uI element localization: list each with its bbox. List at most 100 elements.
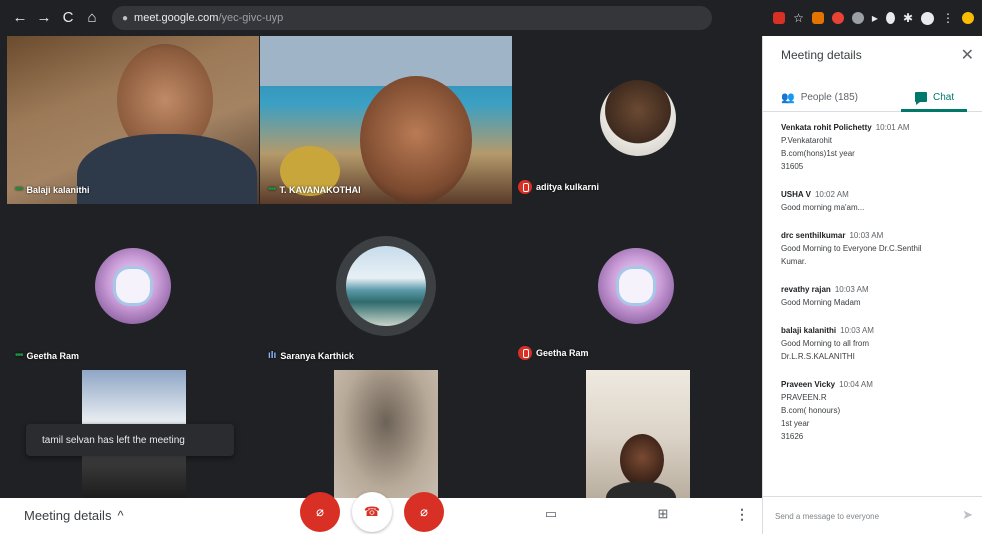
participant-name: aditya kulkarni (518, 180, 599, 194)
participant-tile[interactable]: ••• Geetha Ram (7, 204, 259, 372)
message-text: B.com(hons)1st year (781, 149, 855, 158)
notification-toast: tamil selvan has left the meeting (26, 424, 234, 456)
sender-name: USHA V (781, 190, 811, 199)
message-time: 10:04 AM (839, 380, 873, 389)
mic-off-icon (518, 346, 532, 360)
participant-name: ıIı Saranya Karthick (268, 350, 354, 361)
camera-off-icon: ⌀ (420, 504, 428, 519)
chat-message: Venkata rohit Polichetty 10:01 AM P.Venka… (781, 122, 982, 173)
message-time: 10:03 AM (849, 231, 884, 240)
extension-icon[interactable] (885, 12, 895, 24)
message-time: 10:03 AM (840, 326, 874, 335)
captions-icon[interactable]: ▭ (540, 506, 562, 522)
chat-message: drc senthilkumar 10:03 AM Good Morning to… (781, 230, 982, 268)
meeting-details-button[interactable]: Meeting details ^ (24, 508, 124, 523)
message-time: 10:02 AM (814, 190, 849, 199)
forward-icon[interactable]: → (32, 0, 56, 36)
menu-icon[interactable]: ⋮ (942, 12, 954, 24)
present-icon[interactable]: ⊞ (652, 506, 674, 522)
participant-tile[interactable]: ••• T. KAVANAKOTHAI (260, 36, 512, 204)
participant-name: ••• T. KAVANAKOTHAI (268, 184, 361, 195)
message-text: 31605 (781, 162, 804, 171)
meeting-details-label: Meeting details (24, 508, 112, 523)
message-text: Good morning ma'am... (781, 203, 865, 212)
participant-name-label: Saranya Karthick (280, 350, 354, 361)
chat-messages: Venkata rohit Polichetty 10:01 AM P.Venka… (763, 122, 982, 486)
participant-name-label: T. KAVANAKOTHAI (279, 184, 361, 195)
avatar (95, 248, 171, 324)
video-feed (260, 36, 512, 86)
chat-composer: ➤ (763, 496, 982, 534)
audio-dots-icon: ••• (15, 350, 23, 361)
message-text: 31626 (781, 432, 804, 441)
tab-people[interactable]: 👥 People (185) (781, 82, 858, 112)
browser-toolbar: ← → C ⌂ ● meet.google.com/yec-givc-uyp ☆… (0, 0, 982, 36)
tab-people-label: People (185) (800, 91, 858, 103)
message-text: PRAVEEN.R (781, 393, 827, 402)
update-icon[interactable] (962, 12, 974, 24)
reload-icon[interactable]: C (56, 0, 80, 36)
meet-window: ← → C ⌂ ● meet.google.com/yec-givc-uyp ☆… (0, 0, 982, 534)
url-path: /yec-givc-uyp (218, 12, 284, 24)
message-text: B.com( honours) (781, 406, 841, 415)
message-text: 1st year (781, 419, 810, 428)
participant-name-label: Geetha Ram (536, 348, 589, 358)
sender-name: Praveen Vicky (781, 380, 836, 389)
leave-call-button[interactable]: ☎ (352, 492, 392, 532)
participant-name: ••• Balaji kalanithi (15, 184, 90, 195)
star-icon[interactable]: ☆ (793, 12, 804, 24)
extension-icon[interactable] (831, 12, 844, 24)
more-options-icon[interactable]: ⋮ (735, 506, 749, 523)
close-icon[interactable]: ✕ (961, 45, 974, 65)
sender-name: balaji kalanithi (781, 326, 837, 335)
participant-name-label: Balaji kalanithi (26, 184, 90, 195)
message-time: 10:03 AM (834, 285, 869, 294)
avatar (600, 80, 676, 156)
hangup-icon: ☎ (363, 504, 381, 519)
video-feed (77, 134, 257, 204)
camera-toggle-button[interactable]: ⌀ (404, 492, 444, 532)
chat-icon (915, 92, 927, 105)
participant-name-label: Geetha Ram (26, 350, 80, 361)
message-text: Good Morning to all from (781, 339, 870, 348)
url-host: meet.google.com (134, 12, 219, 24)
people-icon: 👥 (781, 91, 795, 104)
address-bar[interactable]: ● meet.google.com/yec-givc-uyp (112, 6, 712, 30)
participant-tile[interactable]: Geetha Ram (512, 204, 762, 372)
mic-toggle-button[interactable]: ⌀ (300, 492, 340, 532)
message-text: Good Morning Madam (781, 298, 861, 307)
puzzle-icon[interactable]: ✱ (903, 12, 913, 24)
video-feed (620, 434, 664, 486)
panel-title: Meeting details (781, 48, 862, 62)
participant-tile[interactable] (334, 370, 438, 498)
sender-name: drc senthilkumar (781, 231, 846, 240)
mic-off-icon: ⌀ (316, 504, 324, 519)
active-tab-indicator (901, 109, 967, 112)
participant-tile[interactable]: ••• Balaji kalanithi (7, 36, 259, 204)
chat-message-input[interactable] (775, 507, 945, 525)
participant-name-label: aditya kulkarni (536, 182, 600, 192)
audio-bars-icon: ıIı (268, 350, 277, 361)
extension-icon[interactable] (851, 12, 864, 24)
mic-off-icon (518, 180, 532, 194)
tab-chat-label: Chat (933, 91, 955, 103)
send-icon[interactable]: ➤ (962, 507, 973, 523)
chat-message: balaji kalanithi 10:03 AM Good Morning to… (781, 325, 982, 363)
avatar (346, 246, 426, 326)
message-time: 10:01 AM (875, 123, 910, 132)
tab-chat[interactable]: Chat (915, 82, 954, 112)
back-icon[interactable]: ← (8, 0, 32, 36)
participant-tile[interactable]: aditya kulkarni (512, 36, 762, 204)
extension-icon[interactable] (773, 12, 786, 24)
profile-icon[interactable] (921, 11, 934, 25)
message-text: P.Venkatarohit (781, 136, 833, 145)
participant-tile[interactable] (586, 370, 690, 498)
sender-name: Venkata rohit Polichetty (781, 123, 872, 132)
home-icon[interactable]: ⌂ (80, 0, 104, 36)
sender-name: revathy rajan (781, 285, 831, 294)
participant-name: Geetha Ram (518, 346, 589, 360)
extension-icon[interactable]: ▸ (872, 12, 878, 24)
chevron-up-icon: ^ (117, 508, 124, 523)
extension-icon[interactable] (811, 12, 824, 24)
participant-tile[interactable]: ıIı Saranya Karthick (260, 204, 512, 372)
